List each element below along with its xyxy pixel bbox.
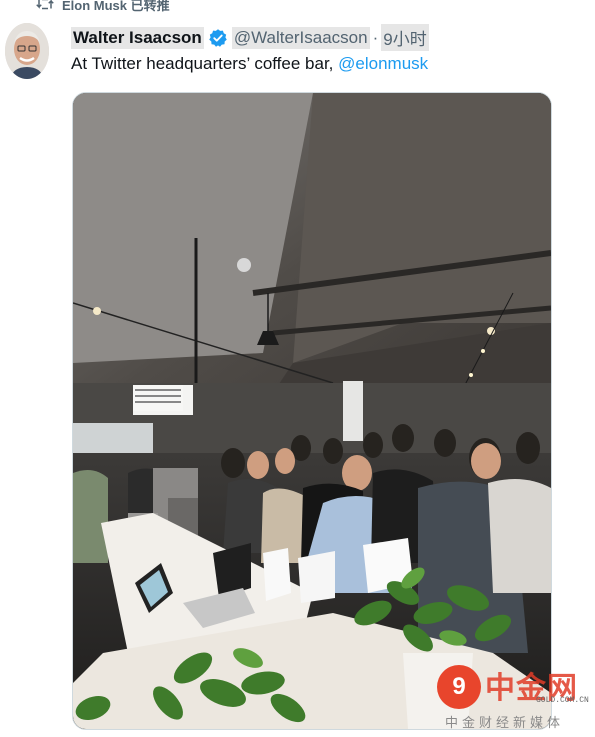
verified-badge-icon xyxy=(209,28,227,47)
retweet-context[interactable]: Elon Musk 已转推 xyxy=(36,0,170,14)
watermark-url: GOLD.COM.CN xyxy=(536,696,589,705)
mention-link[interactable]: @elonmusk xyxy=(338,54,428,73)
separator-dot: · xyxy=(372,27,379,47)
tweet-timestamp[interactable]: 9小时 xyxy=(381,24,429,51)
avatar[interactable] xyxy=(5,23,49,79)
author-handle[interactable]: @WalterIsaacson xyxy=(231,26,370,49)
tweet-photo[interactable] xyxy=(72,92,552,730)
tweet-header: Walter Isaacson @WalterIsaacson · 9小时 xyxy=(71,24,429,51)
retweet-label: Elon Musk 已转推 xyxy=(62,0,170,13)
retweet-icon xyxy=(36,0,54,10)
watermark-logo-icon: 9 xyxy=(437,665,481,709)
author-name[interactable]: Walter Isaacson xyxy=(71,26,204,49)
site-watermark: 9 中金网 GOLD.COM.CN 中金财经新媒体 xyxy=(437,663,589,733)
tweet-body: At Twitter headquarters’ coffee bar, xyxy=(71,54,334,73)
watermark-subtitle: 中金财经新媒体 xyxy=(445,715,565,730)
tweet-text: At Twitter headquarters’ coffee bar, @el… xyxy=(71,54,428,74)
